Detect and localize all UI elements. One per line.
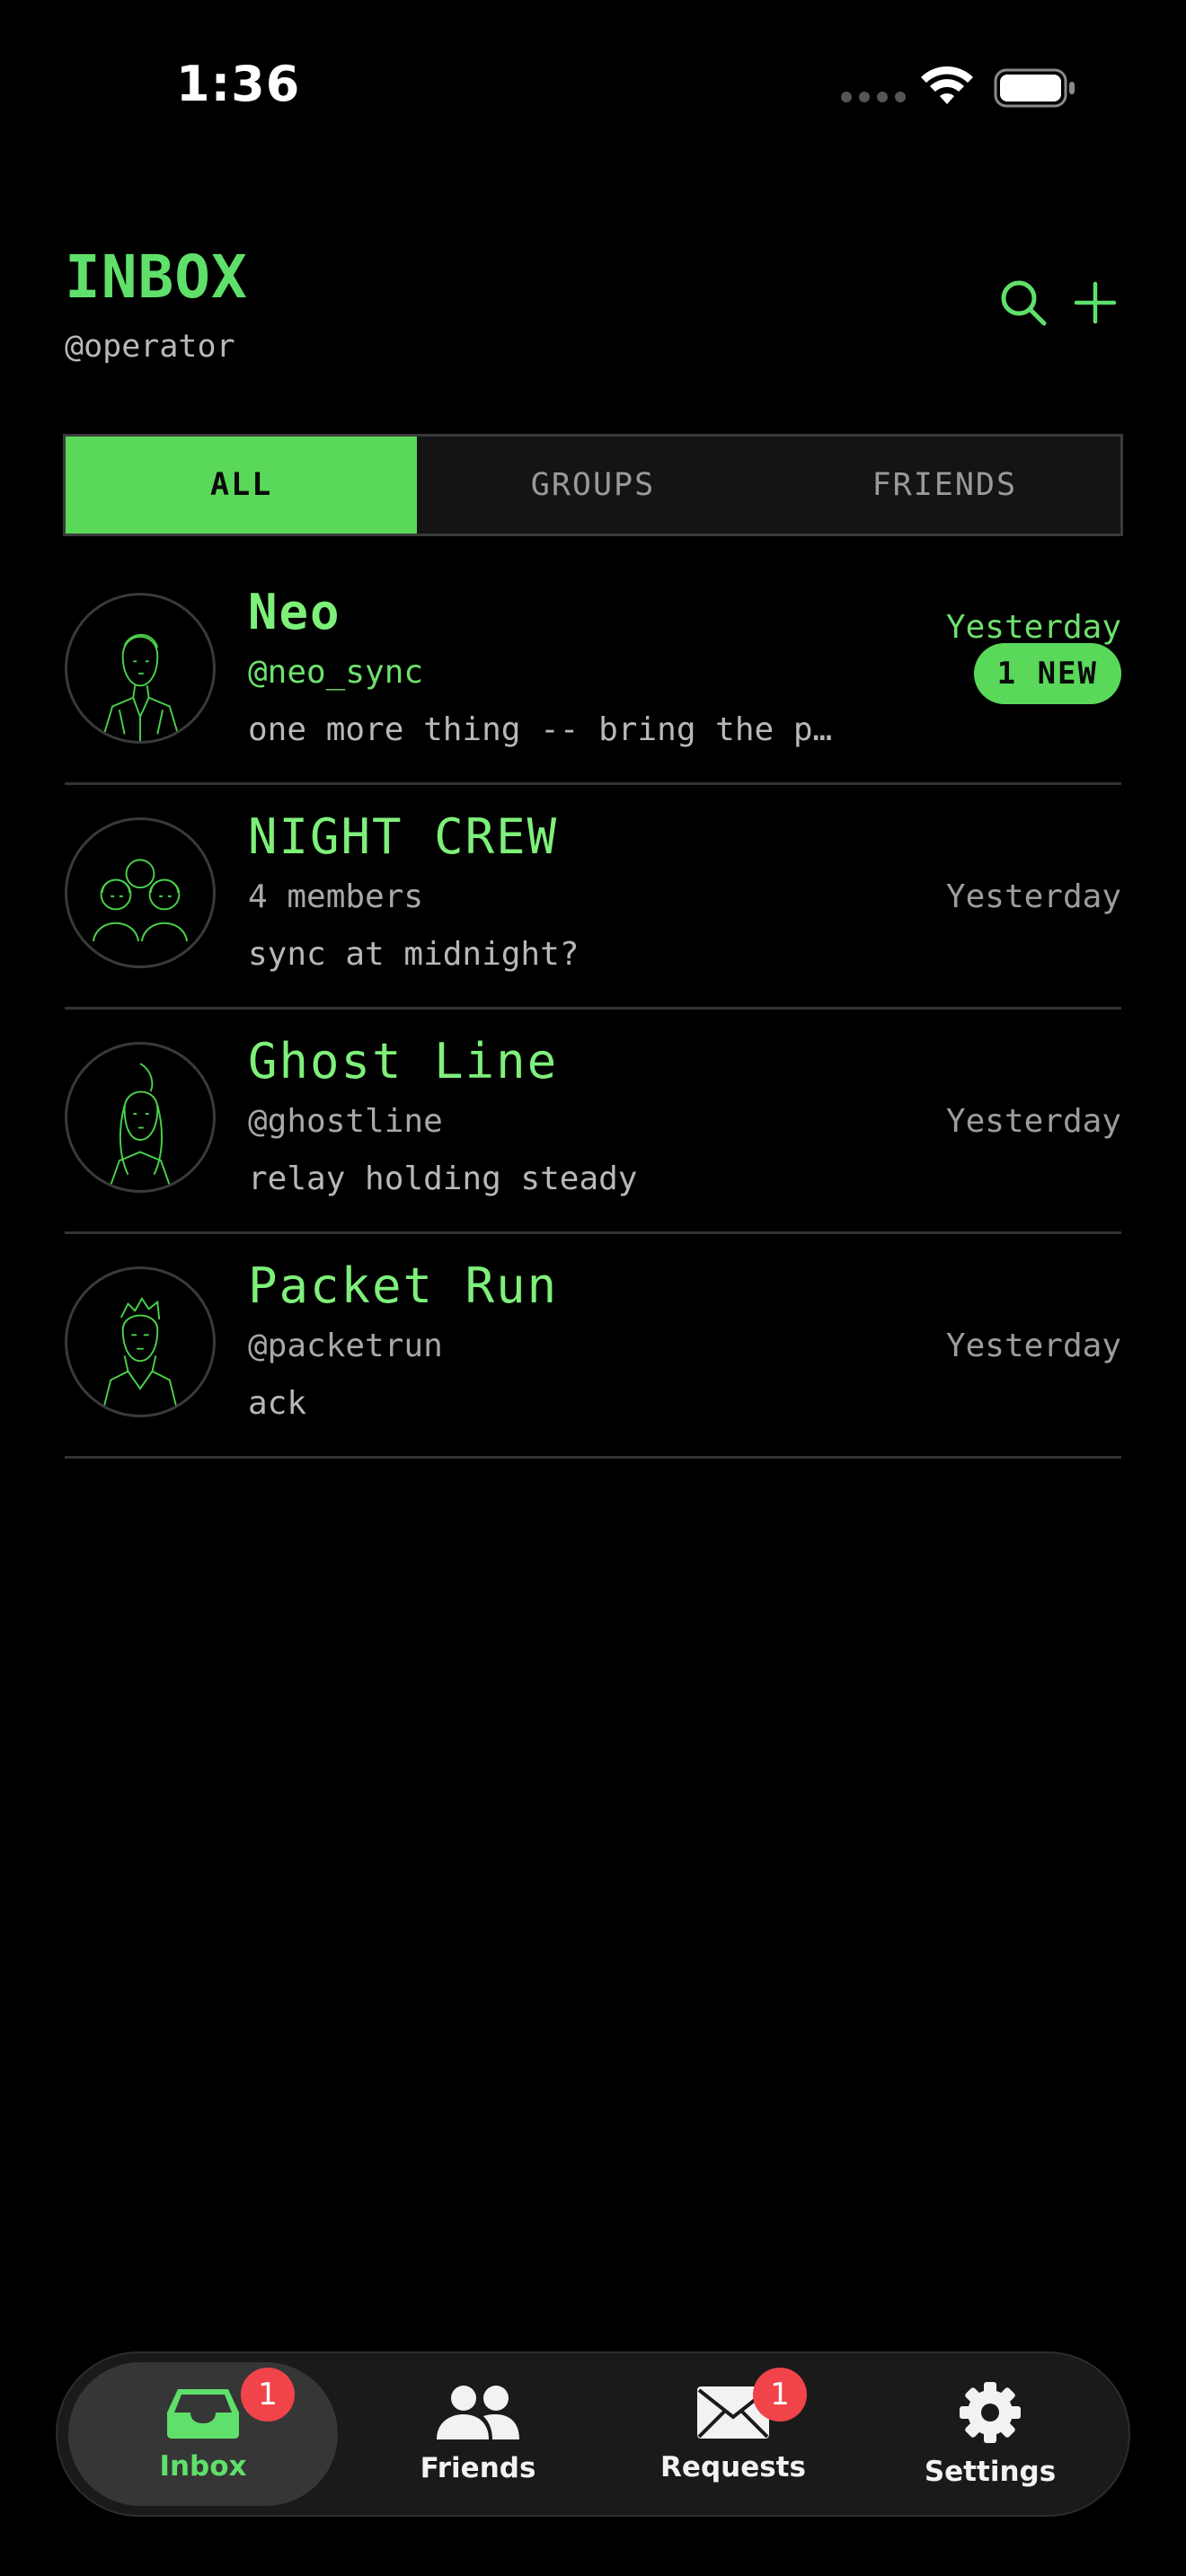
conversation-row-packet-run[interactable]: Packet Run @packetrun ack Yesterday [65,1234,1121,1459]
filter-tabs: ALL GROUPS FRIENDS [63,434,1123,536]
battery-icon [994,68,1075,108]
tab-all[interactable]: ALL [66,437,418,534]
user-handle: @operator [65,329,235,365]
people-icon [437,2386,519,2439]
tab-friends[interactable]: FRIENDS [769,437,1120,534]
tab-label: Requests [660,2451,806,2483]
member-count: 4 members [248,878,424,915]
message-preview: relay holding steady [248,1160,638,1197]
tab-groups[interactable]: GROUPS [417,437,768,534]
plus-icon [1074,281,1117,324]
timestamp: Yesterday [945,1328,1121,1364]
inbox-tray-icon [167,2389,239,2439]
avatar-ghostline-illustration [108,1063,173,1190]
cellular-signal-icon [841,92,906,102]
requests-count-badge: 1 [753,2368,807,2422]
tab-label: Settings [924,2456,1057,2488]
tab-friends-nav[interactable]: Friends [345,2353,611,2515]
tab-settings-nav[interactable]: Settings [857,2353,1123,2515]
conversation-name: Ghost Line [248,1033,559,1090]
new-messages-badge: 1 NEW [973,643,1121,704]
avatar [65,1042,216,1193]
message-preview: sync at midnight? [248,936,580,973]
conversation-handle: @packetrun [248,1328,443,1364]
conversation-name: Neo [248,584,341,640]
avatar [65,1266,216,1417]
timestamp: Yesterday [945,609,1121,646]
avatar-group-illustration [92,859,189,942]
conversation-name: Packet Run [248,1257,559,1314]
gear-icon [960,2382,1021,2443]
message-preview: one more thing -- bring the p… [248,711,833,748]
bottom-tab-bar: Inbox 1 Friends Requests 1 Settings [56,2351,1130,2517]
conversation-row-neo[interactable]: Neo @neo_sync one more thing -- bring th… [65,560,1121,785]
tab-label: Inbox [159,2450,247,2483]
tab-label: Friends [420,2452,536,2484]
search-button[interactable] [992,271,1055,334]
wifi-icon [921,66,973,104]
search-icon [1001,280,1047,326]
avatar [65,817,216,968]
add-button[interactable] [1064,271,1127,334]
conversation-handle: @neo_sync [248,654,424,691]
avatar-neo-illustration [101,633,181,741]
conversation-row-night-crew[interactable]: NIGHT CREW 4 members sync at midnight? Y… [65,785,1121,1010]
inbox-count-badge: 1 [241,2368,295,2422]
page-title: INBOX [65,243,248,312]
conversation-handle: @ghostline [248,1103,443,1140]
message-preview: ack [248,1385,307,1422]
timestamp: Yesterday [945,1103,1121,1140]
avatar-packetrun-illustration [101,1296,180,1415]
status-time: 1:36 [176,56,301,112]
tab-requests[interactable]: Requests [600,2353,866,2515]
tab-inbox[interactable]: Inbox [68,2362,338,2506]
avatar [65,593,216,744]
timestamp: Yesterday [945,878,1121,915]
conversation-row-ghost-line[interactable]: Ghost Line @ghostline relay holding stea… [65,1010,1121,1234]
conversation-name: NIGHT CREW [248,808,559,865]
